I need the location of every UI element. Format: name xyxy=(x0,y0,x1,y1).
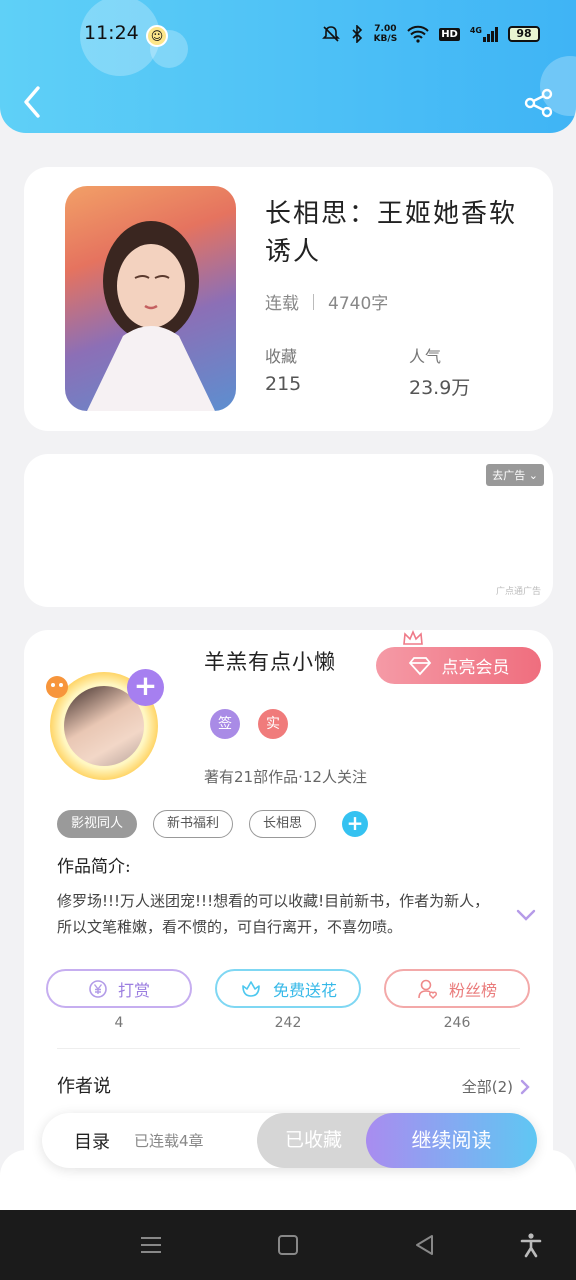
yen-coin-icon xyxy=(89,979,107,998)
verified-badge: 实 xyxy=(258,709,288,739)
ad-card: 去广告 ⌄ 广点通广告 xyxy=(24,454,553,607)
system-nav-bar xyxy=(0,1210,576,1280)
view-all-label: 全部(2) xyxy=(461,1078,513,1096)
status-bar: 11:24 ☺ 7.00 KB/S HD 4G 98 xyxy=(0,22,576,50)
author-name: 羊羔有点小懒 xyxy=(204,650,336,674)
flower-icon xyxy=(242,980,260,997)
author-card: + 羊羔有点小懒 点亮会员 签 实 著有21部作品·12人关注 影视同人 新书福… xyxy=(24,630,553,1190)
net-speed-value: 7.00 xyxy=(374,24,397,34)
back-button[interactable] xyxy=(20,84,44,120)
divider xyxy=(57,1048,520,1049)
signed-badge: 签 xyxy=(210,709,240,739)
tip-button[interactable]: 打赏 xyxy=(46,969,192,1008)
remove-ad-button[interactable]: 去广告 ⌄ xyxy=(486,464,544,486)
flower-count: 242 xyxy=(274,1015,302,1031)
send-flower-label: 免费送花 xyxy=(272,980,337,1000)
accessibility-icon[interactable] xyxy=(518,1232,544,1258)
home-icon[interactable] xyxy=(275,1232,301,1258)
book-meta: 连载 4740字 xyxy=(265,289,388,314)
tag-list: 影视同人 新书福利 长相思 + xyxy=(57,810,369,838)
vip-membership-button[interactable]: 点亮会员 xyxy=(376,647,541,684)
tag-item[interactable]: 影视同人 xyxy=(57,810,138,838)
hd-icon: HD xyxy=(439,27,460,41)
fan-count: 246 xyxy=(443,1015,471,1031)
book-info-card: 长相思：王姬她香软诱人 连载 4740字 收藏 215 人气 23.9万 xyxy=(24,167,553,431)
net-speed-unit: KB/S xyxy=(373,34,398,44)
signal-type: 4G xyxy=(469,26,482,35)
favorites-value: 215 xyxy=(265,373,302,395)
add-tag-button[interactable]: + xyxy=(342,811,369,837)
wifi-icon xyxy=(407,25,429,43)
mute-bell-icon xyxy=(321,26,340,42)
tip-label: 打赏 xyxy=(117,980,150,1000)
cover-illustration xyxy=(87,221,215,411)
tag-item[interactable]: 长相思 xyxy=(249,810,317,838)
menu-icon[interactable] xyxy=(138,1232,164,1258)
cell-signal-icon: 4G xyxy=(470,26,498,42)
back-triangle-icon[interactable] xyxy=(412,1232,438,1258)
view-all-link[interactable]: 全部(2) xyxy=(462,1076,531,1097)
book-word-count: 4740字 xyxy=(328,294,389,314)
table-of-contents-button[interactable]: 目录 xyxy=(74,1128,110,1154)
intro-text: 修罗场!!!万人迷团宠!!!想看的可以收藏!目前新书，作者为新人，所以文笔稚嫩，… xyxy=(57,892,490,936)
notification-face-icon: ☺ xyxy=(146,25,168,47)
fan-user-icon xyxy=(418,979,437,999)
remove-ad-label: 去广告 xyxy=(492,469,526,482)
status-icons: 7.00 KB/S HD 4G 98 xyxy=(321,24,540,44)
tip-count: 4 xyxy=(114,1015,124,1031)
meta-divider xyxy=(313,293,314,310)
crown-icon xyxy=(403,630,423,645)
book-title: 长相思：王姬她香软诱人 xyxy=(265,199,518,267)
favorites-label: 收藏 xyxy=(265,347,298,366)
book-status: 连载 xyxy=(265,294,299,314)
popularity-label: 人气 xyxy=(409,347,442,366)
bluetooth-icon xyxy=(352,25,362,43)
bottom-action-bar: 目录 已连载4章 已收藏 继续阅读 xyxy=(42,1113,537,1168)
tag-item[interactable]: 新书福利 xyxy=(153,810,234,838)
fan-ranking-label: 粉丝榜 xyxy=(448,980,497,1000)
send-flower-button[interactable]: 免费送花 xyxy=(215,969,361,1008)
continue-reading-button[interactable]: 继续阅读 xyxy=(366,1113,537,1168)
follow-author-button[interactable]: + xyxy=(127,669,164,706)
header: 11:24 ☺ 7.00 KB/S HD 4G 98 xyxy=(0,0,576,133)
expand-chevron-icon[interactable] xyxy=(515,908,537,922)
author-works-info: 著有21部作品·12人关注 xyxy=(204,768,367,786)
battery-icon: 98 xyxy=(508,26,540,42)
chapter-count: 已连载4章 xyxy=(134,1132,204,1150)
book-cover[interactable] xyxy=(65,186,236,411)
intro-title: 作品简介: xyxy=(57,857,131,877)
network-speed: 7.00 KB/S xyxy=(374,24,398,44)
ad-source-label: 广点通广告 xyxy=(495,587,541,597)
fox-mask-icon xyxy=(46,676,68,698)
vip-button-label: 点亮会员 xyxy=(441,658,510,678)
fan-ranking-button[interactable]: 粉丝榜 xyxy=(384,969,530,1008)
status-time: 11:24 xyxy=(84,22,139,44)
chevron-right-icon xyxy=(520,1079,530,1094)
popularity-value: 23.9万 xyxy=(409,377,471,399)
chevron-down-icon: ⌄ xyxy=(528,469,538,482)
author-say-title: 作者说 xyxy=(57,1076,111,1097)
diamond-icon xyxy=(408,656,431,675)
share-button[interactable] xyxy=(524,88,554,118)
